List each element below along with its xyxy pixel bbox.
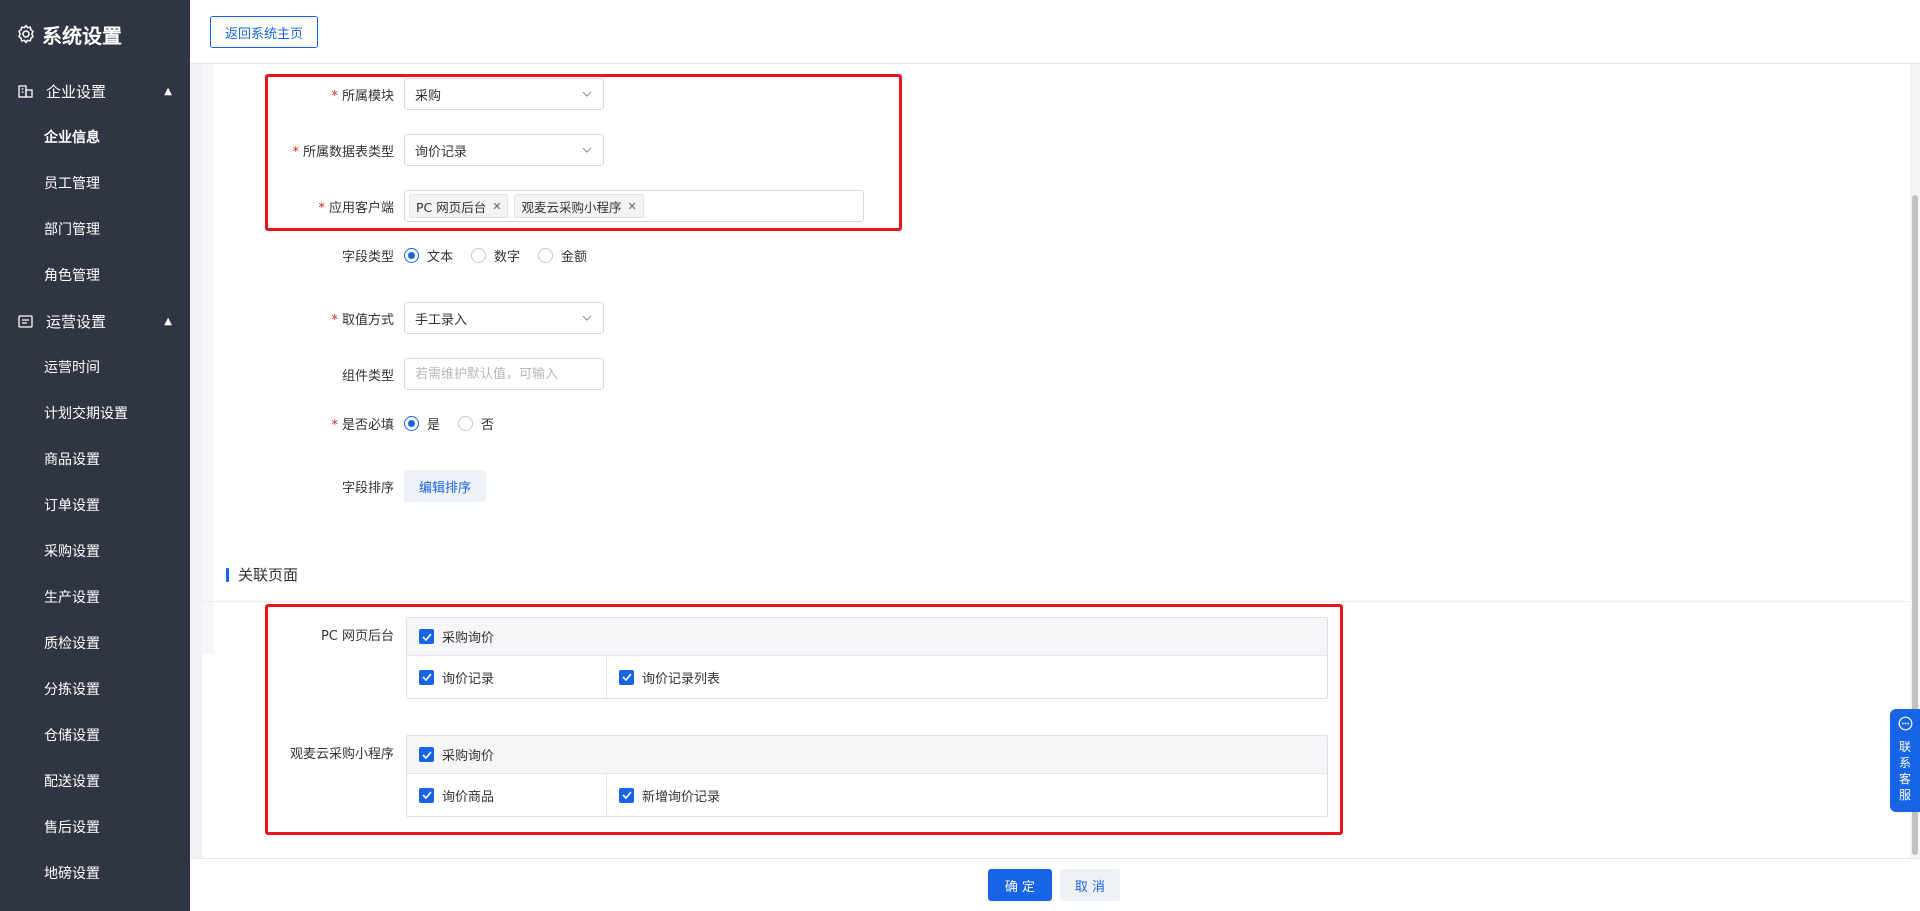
value-mode-label: * 取值方式 [331, 312, 394, 328]
sidebar-item-sorting[interactable]: 分拣设置 [0, 666, 190, 712]
top-bar: 返回系统主页 [190, 0, 1920, 64]
sidebar-group-label: 企业设置 [46, 82, 107, 101]
edit-sort-button[interactable]: 编辑排序 [404, 470, 487, 502]
sidebar-item-order[interactable]: 订单设置 [0, 482, 190, 528]
radio-dot [404, 248, 419, 263]
sidebar-group-label: 运营设置 [46, 312, 107, 331]
sidebar-item-weighbridge[interactable]: 地磅设置 [0, 850, 190, 896]
value-mode-select[interactable]: 手工录入 [404, 302, 604, 334]
left-gutter [202, 64, 214, 654]
radio-dot [538, 248, 554, 263]
heading-accent-bar [226, 567, 229, 582]
radio-dot [471, 248, 487, 263]
required-label: * 是否必填 [331, 418, 394, 433]
sort-label: 字段排序 [341, 480, 394, 496]
chevron-up-icon: ▲ [164, 315, 172, 327]
sidebar-group-enterprise[interactable]: 企业设置 ▲ [0, 68, 190, 114]
component-type-label: 组件类型 [341, 368, 394, 384]
field-type-row: 字段类型 文本 数字 金额 [214, 246, 587, 265]
component-type-row: 组件类型 [214, 358, 604, 390]
chat-icon [1898, 716, 1913, 735]
required-mark: * [331, 312, 338, 328]
highlight-box [265, 74, 902, 231]
radio-amount[interactable]: 金额 [538, 246, 587, 265]
sidebar-group-operation[interactable]: 运营设置 ▲ [0, 298, 190, 344]
related-pages-heading: 关联页面 [226, 564, 298, 585]
value-mode-value: 手工录入 [415, 312, 468, 328]
radio-dot [404, 416, 419, 431]
sidebar-item-quality[interactable]: 质检设置 [0, 620, 190, 666]
confirm-button[interactable]: 确 定 [988, 869, 1052, 901]
divider [202, 601, 1910, 602]
gear-icon [16, 24, 36, 44]
chevron-up-icon: ▲ [164, 85, 172, 97]
sidebar-item-goods[interactable]: 商品设置 [0, 436, 190, 482]
sidebar-item-storage[interactable]: 仓储设置 [0, 712, 190, 758]
radio-yes[interactable]: 是 [404, 414, 440, 433]
sidebar-item-role[interactable]: 角色管理 [0, 252, 190, 298]
cancel-button[interactable]: 取 消 [1060, 869, 1120, 901]
back-home-button[interactable]: 返回系统主页 [210, 16, 319, 48]
required-radio-group: 是 否 [404, 414, 494, 433]
sidebar-title: 系统设置 [42, 23, 122, 48]
field-type-label: 字段类型 [341, 250, 394, 265]
sort-row: 字段排序 编辑排序 [214, 470, 487, 502]
component-type-input[interactable] [404, 358, 604, 390]
sidebar-brand: 系统设置 [0, 0, 190, 68]
required-row: * 是否必填 是 否 [214, 414, 494, 433]
chevron-down-icon [581, 312, 593, 328]
sidebar-item-department[interactable]: 部门管理 [0, 206, 190, 252]
sidebar-item-aftersale[interactable]: 售后设置 [0, 804, 190, 850]
card-icon [18, 314, 36, 328]
footer-bar: 确 定 取 消 [190, 858, 1920, 911]
contact-service-button[interactable]: 联系客服 [1890, 709, 1920, 812]
sidebar-item-delivery[interactable]: 配送设置 [0, 758, 190, 804]
radio-no[interactable]: 否 [458, 414, 494, 433]
contact-service-label: 联系客服 [1898, 740, 1911, 802]
radio-text[interactable]: 文本 [404, 246, 453, 265]
building-icon [18, 84, 36, 98]
sidebar-item-staff[interactable]: 员工管理 [0, 160, 190, 206]
sidebar-item-operation-time[interactable]: 运营时间 [0, 344, 190, 390]
sidebar-item-enterprise-info[interactable]: 企业信息 [0, 114, 190, 160]
field-type-radio-group: 文本 数字 金额 [404, 246, 587, 265]
highlight-box [265, 604, 1343, 835]
sidebar-item-purchase[interactable]: 采购设置 [0, 528, 190, 574]
radio-number[interactable]: 数字 [471, 246, 520, 265]
required-mark: * [331, 418, 338, 433]
sidebar: 系统设置 企业设置 ▲ 企业信息 员工管理 部门管理 角色管理 运营设置 ▲ 运… [0, 0, 190, 911]
sidebar-item-delivery-plan[interactable]: 计划交期设置 [0, 390, 190, 436]
value-mode-row: * 取值方式 手工录入 [214, 302, 604, 334]
radio-dot [458, 416, 474, 431]
sidebar-item-production[interactable]: 生产设置 [0, 574, 190, 620]
